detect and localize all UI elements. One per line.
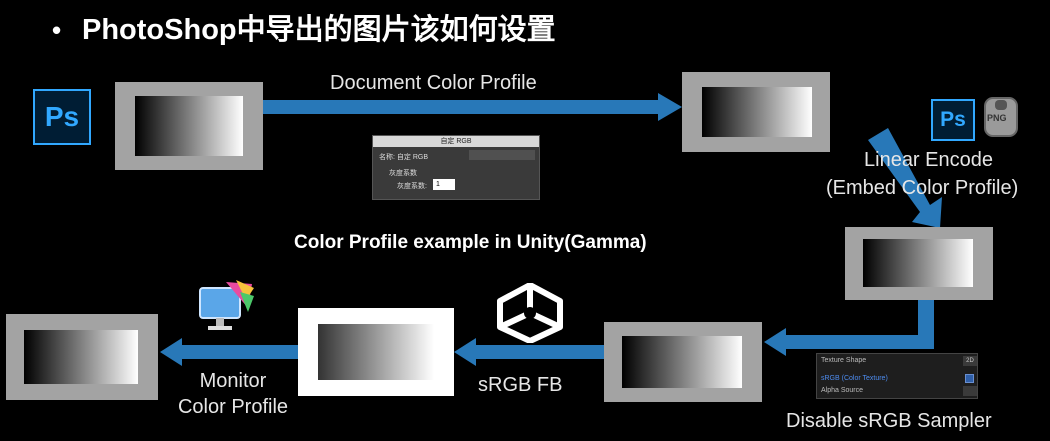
arrow-head-to-sampler-frame bbox=[764, 328, 786, 356]
arrow-head-monitor bbox=[160, 338, 182, 366]
photoshop-export-icon: Ps bbox=[931, 99, 975, 141]
photoshop-icon: Ps bbox=[33, 89, 91, 145]
framebuffer-gradient bbox=[318, 324, 434, 380]
photoshop-icon-text: Ps bbox=[44, 101, 80, 132]
monitor-output-frame bbox=[6, 314, 158, 400]
document-image-frame bbox=[115, 82, 263, 170]
custom-rgb-name-field bbox=[469, 150, 535, 160]
arrow-left-segment bbox=[784, 335, 934, 349]
document-color-profile-label: Document Color Profile bbox=[330, 72, 537, 94]
arrow-head-document-profile bbox=[658, 93, 682, 121]
srgb-color-texture-label: sRGB (Color Texture) bbox=[821, 375, 888, 382]
example-caption: Color Profile example in Unity(Gamma) bbox=[294, 232, 647, 253]
imported-texture-frame bbox=[845, 227, 993, 300]
alpha-source-label: Alpha Source bbox=[821, 387, 864, 394]
sampled-texture-gradient bbox=[622, 336, 742, 388]
gamma-field-label: 灰度系数: bbox=[397, 183, 427, 190]
linear-encode-label: Linear Encode bbox=[864, 149, 993, 171]
arrow-srgb-fb bbox=[474, 345, 604, 359]
custom-rgb-dialog-header: 自定 RGB bbox=[373, 136, 539, 147]
arrow-document-profile bbox=[262, 100, 660, 114]
png-file-icon: PNG bbox=[981, 96, 1021, 138]
custom-rgb-name-label: 名称: 自定 RGB bbox=[379, 154, 429, 161]
png-badge-text: PNG bbox=[987, 113, 1007, 123]
srgb-checkbox[interactable] bbox=[965, 374, 974, 383]
framebuffer-frame bbox=[298, 308, 454, 396]
custom-rgb-dialog: 自定 RGB 名称: 自定 RGB 灰度系数 灰度系数: 1 bbox=[372, 135, 540, 200]
monitor-label-line1: Monitor bbox=[199, 370, 267, 392]
embed-color-profile-label: (Embed Color Profile) bbox=[826, 177, 1019, 199]
unity-logo-icon bbox=[494, 282, 566, 344]
gamma-input[interactable]: 1 bbox=[433, 179, 455, 190]
texture-shape-dropdown[interactable]: 2D bbox=[963, 356, 977, 366]
monitor-output-gradient bbox=[24, 330, 138, 384]
sampled-texture-frame bbox=[604, 322, 762, 402]
alpha-source-dropdown[interactable] bbox=[963, 386, 977, 396]
arrow-head-srgb-fb bbox=[454, 338, 476, 366]
gamma-section-label: 灰度系数 bbox=[389, 170, 417, 177]
srgb-fb-label: sRGB FB bbox=[478, 374, 563, 396]
color-monitor-icon bbox=[196, 278, 256, 334]
document-gradient bbox=[135, 96, 243, 156]
photoshop-export-icon-text: Ps bbox=[940, 108, 966, 131]
exported-image-frame bbox=[682, 72, 830, 152]
monitor-color-profile-label: Monitor Color Profile bbox=[168, 368, 298, 420]
texture-import-panel: Texture Shape 2D sRGB (Color Texture) Al… bbox=[816, 353, 978, 399]
exported-gradient bbox=[702, 87, 812, 137]
disable-srgb-sampler-label: Disable sRGB Sampler bbox=[786, 410, 992, 432]
imported-texture-gradient bbox=[863, 239, 973, 287]
arrow-monitor bbox=[180, 345, 298, 359]
texture-shape-label: Texture Shape bbox=[821, 357, 867, 364]
monitor-label-line2: Color Profile bbox=[177, 396, 289, 418]
